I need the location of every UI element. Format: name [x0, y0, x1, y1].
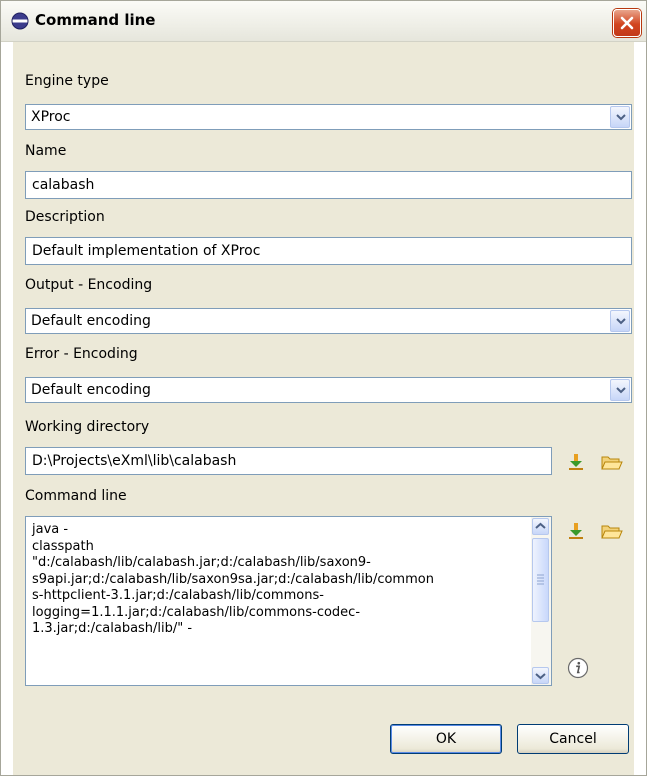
working-directory-field[interactable]: D:\Projects\eXml\lib\calabash [25, 447, 552, 475]
description-field[interactable]: Default implementation of XProc [25, 237, 632, 265]
engine-type-value: XProc [31, 109, 71, 125]
info-icon[interactable] [567, 657, 589, 679]
description-label: Description [25, 209, 105, 225]
engine-type-select[interactable]: XProc [25, 104, 632, 130]
cancel-button[interactable]: Cancel [517, 724, 629, 754]
grip-icon [537, 574, 544, 585]
output-encoding-label: Output - Encoding [25, 277, 153, 293]
insert-variable-icon[interactable] [567, 522, 585, 540]
chevron-up-icon [535, 522, 546, 529]
description-value: Default implementation of XProc [32, 243, 261, 259]
command-line-textarea[interactable]: java - classpath "d:/calabash/lib/calabash… [25, 516, 552, 686]
title-bar[interactable]: Command line [1, 1, 646, 42]
ok-button[interactable]: OK [390, 724, 502, 754]
engine-type-label: Engine type [25, 73, 109, 89]
chevron-down-icon [616, 114, 626, 121]
insert-variable-icon[interactable] [567, 453, 585, 471]
name-label: Name [25, 143, 67, 159]
folder-open-icon[interactable] [601, 522, 623, 540]
output-encoding-select[interactable]: Default encoding [25, 308, 632, 334]
command-line-text: java - classpath "d:/calabash/lib/calabash… [32, 522, 434, 636]
error-encoding-value: Default encoding [31, 382, 151, 398]
scroll-down-button[interactable] [532, 667, 549, 684]
output-encoding-value: Default encoding [31, 313, 151, 329]
error-encoding-dropdown-button[interactable] [610, 379, 630, 401]
close-icon [620, 16, 634, 30]
error-encoding-select[interactable]: Default encoding [25, 377, 632, 403]
command-line-dialog: Command line Engine type XProc Name cala… [0, 0, 647, 776]
dialog-body: Engine type XProc Name calabash Descript… [13, 42, 634, 775]
name-field[interactable]: calabash [25, 171, 632, 199]
folder-open-icon[interactable] [601, 453, 623, 471]
scrollbar-thumb[interactable] [532, 538, 549, 622]
chevron-down-icon [616, 318, 626, 325]
engine-type-dropdown-button[interactable] [610, 106, 630, 128]
dialog-title: Command line [35, 11, 156, 29]
working-directory-label: Working directory [25, 419, 150, 435]
working-directory-value: D:\Projects\eXml\lib\calabash [32, 453, 237, 469]
name-value: calabash [32, 177, 95, 193]
error-encoding-label: Error - Encoding [25, 346, 138, 362]
chevron-down-icon [535, 673, 546, 680]
close-button[interactable] [613, 9, 641, 37]
scroll-up-button[interactable] [532, 518, 549, 535]
vertical-scrollbar[interactable] [531, 517, 551, 685]
chevron-down-icon [616, 387, 626, 394]
output-encoding-dropdown-button[interactable] [610, 310, 630, 332]
app-icon [11, 12, 29, 30]
command-line-label: Command line [25, 488, 127, 504]
